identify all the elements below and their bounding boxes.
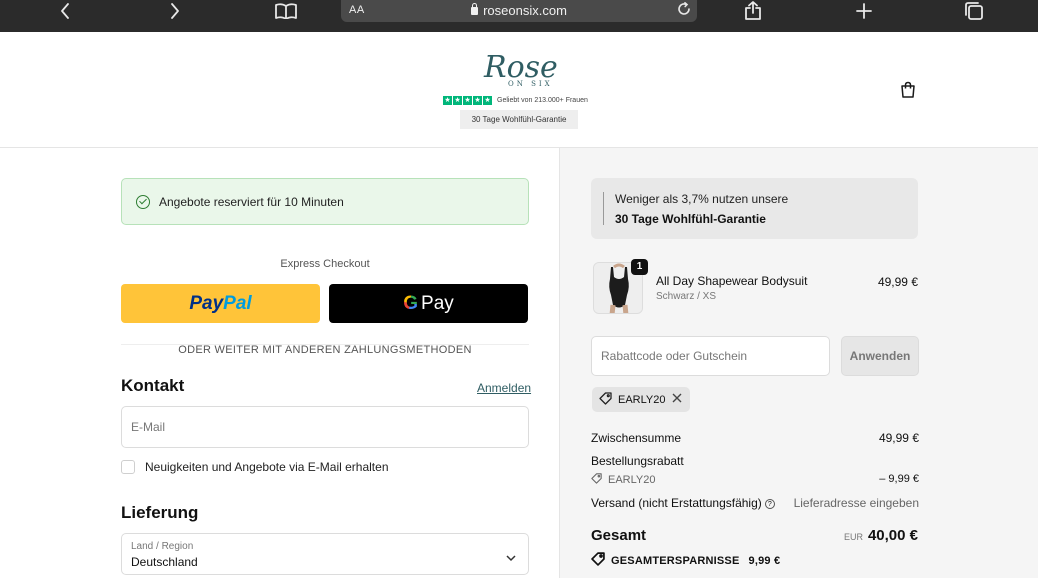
- total-currency: EUR: [844, 532, 864, 542]
- newsletter-label: Neuigkeiten und Angebote via E-Mail erha…: [145, 460, 389, 474]
- product-name: All Day Shapewear Bodysuit: [656, 274, 808, 288]
- reload-icon[interactable]: [677, 1, 691, 19]
- country-select[interactable]: Land / Region Deutschland: [121, 533, 529, 575]
- reservation-text: Angebote reserviert für 10 Minuten: [159, 194, 344, 209]
- promo-line1: Weniger als 3,7% nutzen unsere: [615, 192, 789, 206]
- forward-icon[interactable]: [166, 0, 184, 22]
- back-icon[interactable]: [56, 0, 74, 22]
- remove-code-icon[interactable]: [672, 393, 682, 406]
- chevron-down-icon: [506, 549, 516, 567]
- address-bar[interactable]: AA roseonsix.com: [341, 0, 697, 22]
- help-icon[interactable]: ?: [764, 499, 775, 509]
- order-discount-value: – 9,99 €: [879, 473, 919, 485]
- order-discount-row: Bestellungsrabatt: [591, 454, 919, 468]
- share-icon[interactable]: [744, 0, 762, 22]
- order-discount-code: EARLY20: [608, 474, 656, 486]
- newsletter-checkbox[interactable]: [121, 460, 135, 474]
- express-checkout-label: Express Checkout: [280, 258, 370, 270]
- order-discount-detail: EARLY20 – 9,99 €: [591, 473, 919, 487]
- new-tab-icon[interactable]: [855, 0, 873, 22]
- paypal-logo-part1: Pay: [189, 292, 224, 314]
- shipping-row: Versand (nicht Erstattungsfähig)? Liefer…: [591, 496, 919, 510]
- product-price: 49,99 €: [877, 275, 918, 289]
- newsletter-option[interactable]: Neuigkeiten und Angebote via E-Mail erha…: [121, 460, 389, 474]
- site-header: Rose ON SIX ★ ★ ★ ★ ★ Geliebt von 213.000+ F…: [0, 32, 1038, 148]
- bookmarks-icon[interactable]: [275, 0, 297, 22]
- promo-bar: [603, 192, 604, 225]
- tabs-overview-icon[interactable]: [964, 0, 984, 22]
- subtotal-label: Zwischensumme: [591, 431, 682, 445]
- savings-tag-icon: [591, 552, 605, 569]
- shipping-label: Versand (nicht Erstattungsfähig): [591, 496, 762, 510]
- check-circle-icon: [136, 194, 150, 209]
- trust-rating: ★ ★ ★ ★ ★ Geliebt von 213.000+ Frauen: [443, 95, 588, 106]
- paypal-button[interactable]: Pay Pal: [121, 284, 320, 323]
- country-value: Deutschland: [131, 555, 198, 569]
- subtotal-row: Zwischensumme 49,99 €: [591, 431, 919, 445]
- trust-text: Geliebt von 213.000+ Frauen: [497, 97, 588, 104]
- paypal-logo-part2: Pal: [223, 292, 252, 314]
- contact-heading: Kontakt: [121, 376, 185, 395]
- delivery-heading: Lieferung: [121, 503, 199, 522]
- google-g-icon: G: [403, 292, 419, 314]
- applied-code-tag: EARLY20: [592, 387, 690, 412]
- total-value: 40,00 €: [867, 527, 918, 544]
- tag-icon: [599, 391, 612, 408]
- google-pay-button[interactable]: G Pay: [329, 284, 528, 323]
- lock-icon: [471, 3, 479, 15]
- trustpilot-stars-icon: ★ ★ ★ ★ ★: [443, 96, 492, 105]
- brand-logo[interactable]: Rose ON SIX: [484, 50, 564, 90]
- discount-code-input[interactable]: Rabattcode oder Gutschein: [591, 336, 830, 376]
- savings-label: GESAMTERSPARNISSE: [611, 554, 740, 567]
- browser-toolbar: AA roseonsix.com: [0, 0, 1038, 32]
- subtotal-value: 49,99 €: [878, 431, 919, 445]
- country-label: Land / Region: [131, 541, 194, 552]
- order-summary: Weniger als 3,7% nutzen unsere 30 Tage W…: [559, 148, 1038, 578]
- logo-subtext: ON SIX: [508, 80, 553, 88]
- guarantee-badge: 30 Tage Wohlfühl-Garantie: [460, 110, 578, 129]
- savings-value: 9,99 €: [748, 554, 781, 567]
- login-link[interactable]: Anmelden: [477, 381, 531, 395]
- discount-tag-icon: [591, 473, 602, 487]
- guarantee-promo: Weniger als 3,7% nutzen unsere 30 Tage W…: [591, 178, 918, 239]
- checkout-form: Angebote reserviert für 10 Minuten Expre…: [0, 148, 559, 578]
- product-variant: Schwarz / XS: [656, 291, 717, 302]
- quantity-badge: 1: [631, 259, 648, 275]
- url-text: roseonsix.com: [483, 3, 567, 18]
- order-discount-label: Bestellungsrabatt: [591, 454, 684, 468]
- total-label: Gesamt: [591, 527, 647, 544]
- email-field[interactable]: E-Mail: [121, 406, 529, 448]
- shipping-value: Lieferadresse eingeben: [793, 496, 919, 510]
- shopping-bag-icon[interactable]: [899, 81, 917, 99]
- applied-code-text: EARLY20: [618, 393, 666, 406]
- payment-divider-text: ODER WEITER MIT ANDEREN ZAHLUNGSMETHODEN: [178, 344, 472, 356]
- apply-discount-button[interactable]: Anwenden: [841, 336, 919, 376]
- reservation-notice: Angebote reserviert für 10 Minuten: [121, 178, 529, 225]
- promo-line2: 30 Tage Wohlfühl-Garantie: [615, 212, 766, 226]
- total-savings: GESAMTERSPARNISSE 9,99 €: [591, 552, 780, 569]
- gpay-label: Pay: [421, 292, 454, 314]
